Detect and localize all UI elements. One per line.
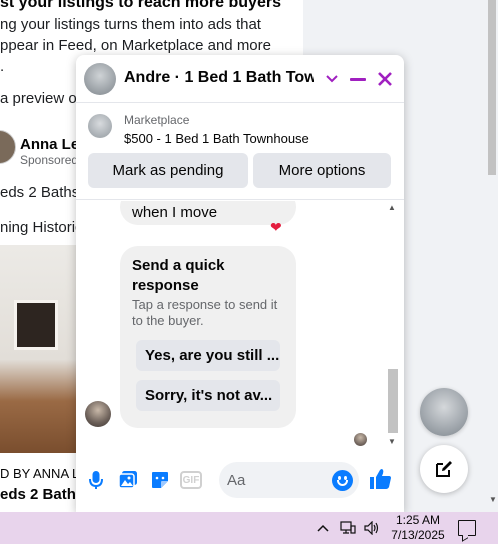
feed-text: .	[0, 58, 5, 75]
scroll-down-arrow-icon[interactable]: ▼	[489, 495, 497, 504]
feed-caption: D BY ANNA LI	[0, 466, 83, 481]
notifications-icon[interactable]	[458, 520, 476, 536]
message-thread[interactable]: when I move ❤ Send a quick response Tap …	[76, 201, 404, 447]
clock-date: 7/13/2025	[391, 528, 445, 542]
volume-icon[interactable]	[362, 512, 382, 544]
chevron-down-icon[interactable]	[320, 67, 344, 91]
chat-title[interactable]: Andre · 1 Bed 1 Bath Town...	[124, 69, 314, 87]
listing-thumbnail[interactable]	[88, 114, 112, 138]
feed-author-name[interactable]: Anna Le	[20, 136, 79, 153]
taskbar: 1:25 AM 7/13/2025	[0, 512, 498, 544]
show-hidden-icons-chevron-icon[interactable]	[314, 512, 332, 544]
feed-text: ppear in Feed, on Marketplace and more	[0, 37, 271, 54]
gif-icon[interactable]: GIF	[180, 471, 202, 489]
seen-indicator-avatar	[354, 433, 367, 446]
mark-as-pending-button[interactable]: Mark as pending	[88, 153, 248, 188]
thread-scrollbar[interactable]: ▲ ▼	[386, 201, 400, 447]
message-composer: GIF	[76, 447, 404, 512]
scroll-down-arrow-icon[interactable]: ▼	[388, 437, 396, 446]
listing-photo[interactable]	[0, 245, 80, 453]
chat-window: Andre · 1 Bed 1 Bath Town... Marketplace…	[76, 55, 404, 512]
listing-panel: Marketplace $500 - 1 Bed 1 Bath Townhous…	[76, 104, 404, 200]
like-icon[interactable]	[369, 467, 395, 493]
minimize-icon[interactable]	[346, 67, 370, 91]
quick-response-option[interactable]: Sorry, it's not av...	[136, 380, 280, 411]
thread-scrollbar-thumb[interactable]	[388, 369, 398, 433]
chat-header[interactable]: Andre · 1 Bed 1 Bath Town...	[76, 55, 404, 103]
system-clock[interactable]: 1:25 AM 7/13/2025	[388, 513, 448, 543]
listing-title[interactable]: $500 - 1 Bed 1 Bath Townhouse	[124, 131, 309, 146]
scroll-up-arrow-icon[interactable]: ▲	[388, 203, 396, 212]
sticker-icon[interactable]	[149, 469, 171, 491]
feed-listing-title[interactable]: eds 2 Baths	[0, 486, 84, 503]
quick-response-title: Send a quick response	[132, 257, 225, 294]
feed-text[interactable]: a preview o	[0, 90, 77, 107]
photo-window	[14, 300, 58, 350]
network-icon[interactable]	[338, 512, 358, 544]
chat-head-avatar[interactable]	[420, 388, 468, 436]
contact-avatar[interactable]	[84, 63, 116, 95]
page-scrollbar-thumb[interactable]	[488, 0, 496, 175]
feed-post-text: ning Historic	[0, 219, 83, 236]
sponsored-label: Sponsored	[20, 153, 79, 167]
more-options-button[interactable]: More options	[253, 153, 391, 188]
clock-time: 1:25 AM	[395, 513, 441, 527]
sender-avatar[interactable]	[85, 401, 111, 427]
quick-response-subtitle: Tap a response to send it to the buyer.	[132, 297, 278, 328]
feed-text: ng your listings turns them into ads tha…	[0, 16, 261, 33]
page-scrollbar[interactable]: ▼	[486, 0, 498, 512]
quick-response-card: Send a quick response Tap a response to …	[120, 246, 296, 428]
quick-response-option[interactable]: Yes, are you still ...	[136, 340, 280, 371]
heart-reaction-icon[interactable]: ❤	[270, 219, 282, 236]
compose-icon	[436, 461, 452, 477]
mic-icon[interactable]	[85, 469, 107, 491]
close-icon[interactable]	[373, 67, 397, 91]
feed-author-avatar[interactable]	[0, 130, 16, 164]
photo-icon[interactable]	[117, 469, 139, 491]
listing-source: Marketplace	[124, 113, 190, 127]
new-message-button[interactable]	[420, 445, 468, 493]
message-text: when I move	[132, 204, 218, 221]
feed-heading: st your listings to reach more buyers	[0, 0, 281, 11]
emoji-icon[interactable]	[332, 470, 353, 491]
